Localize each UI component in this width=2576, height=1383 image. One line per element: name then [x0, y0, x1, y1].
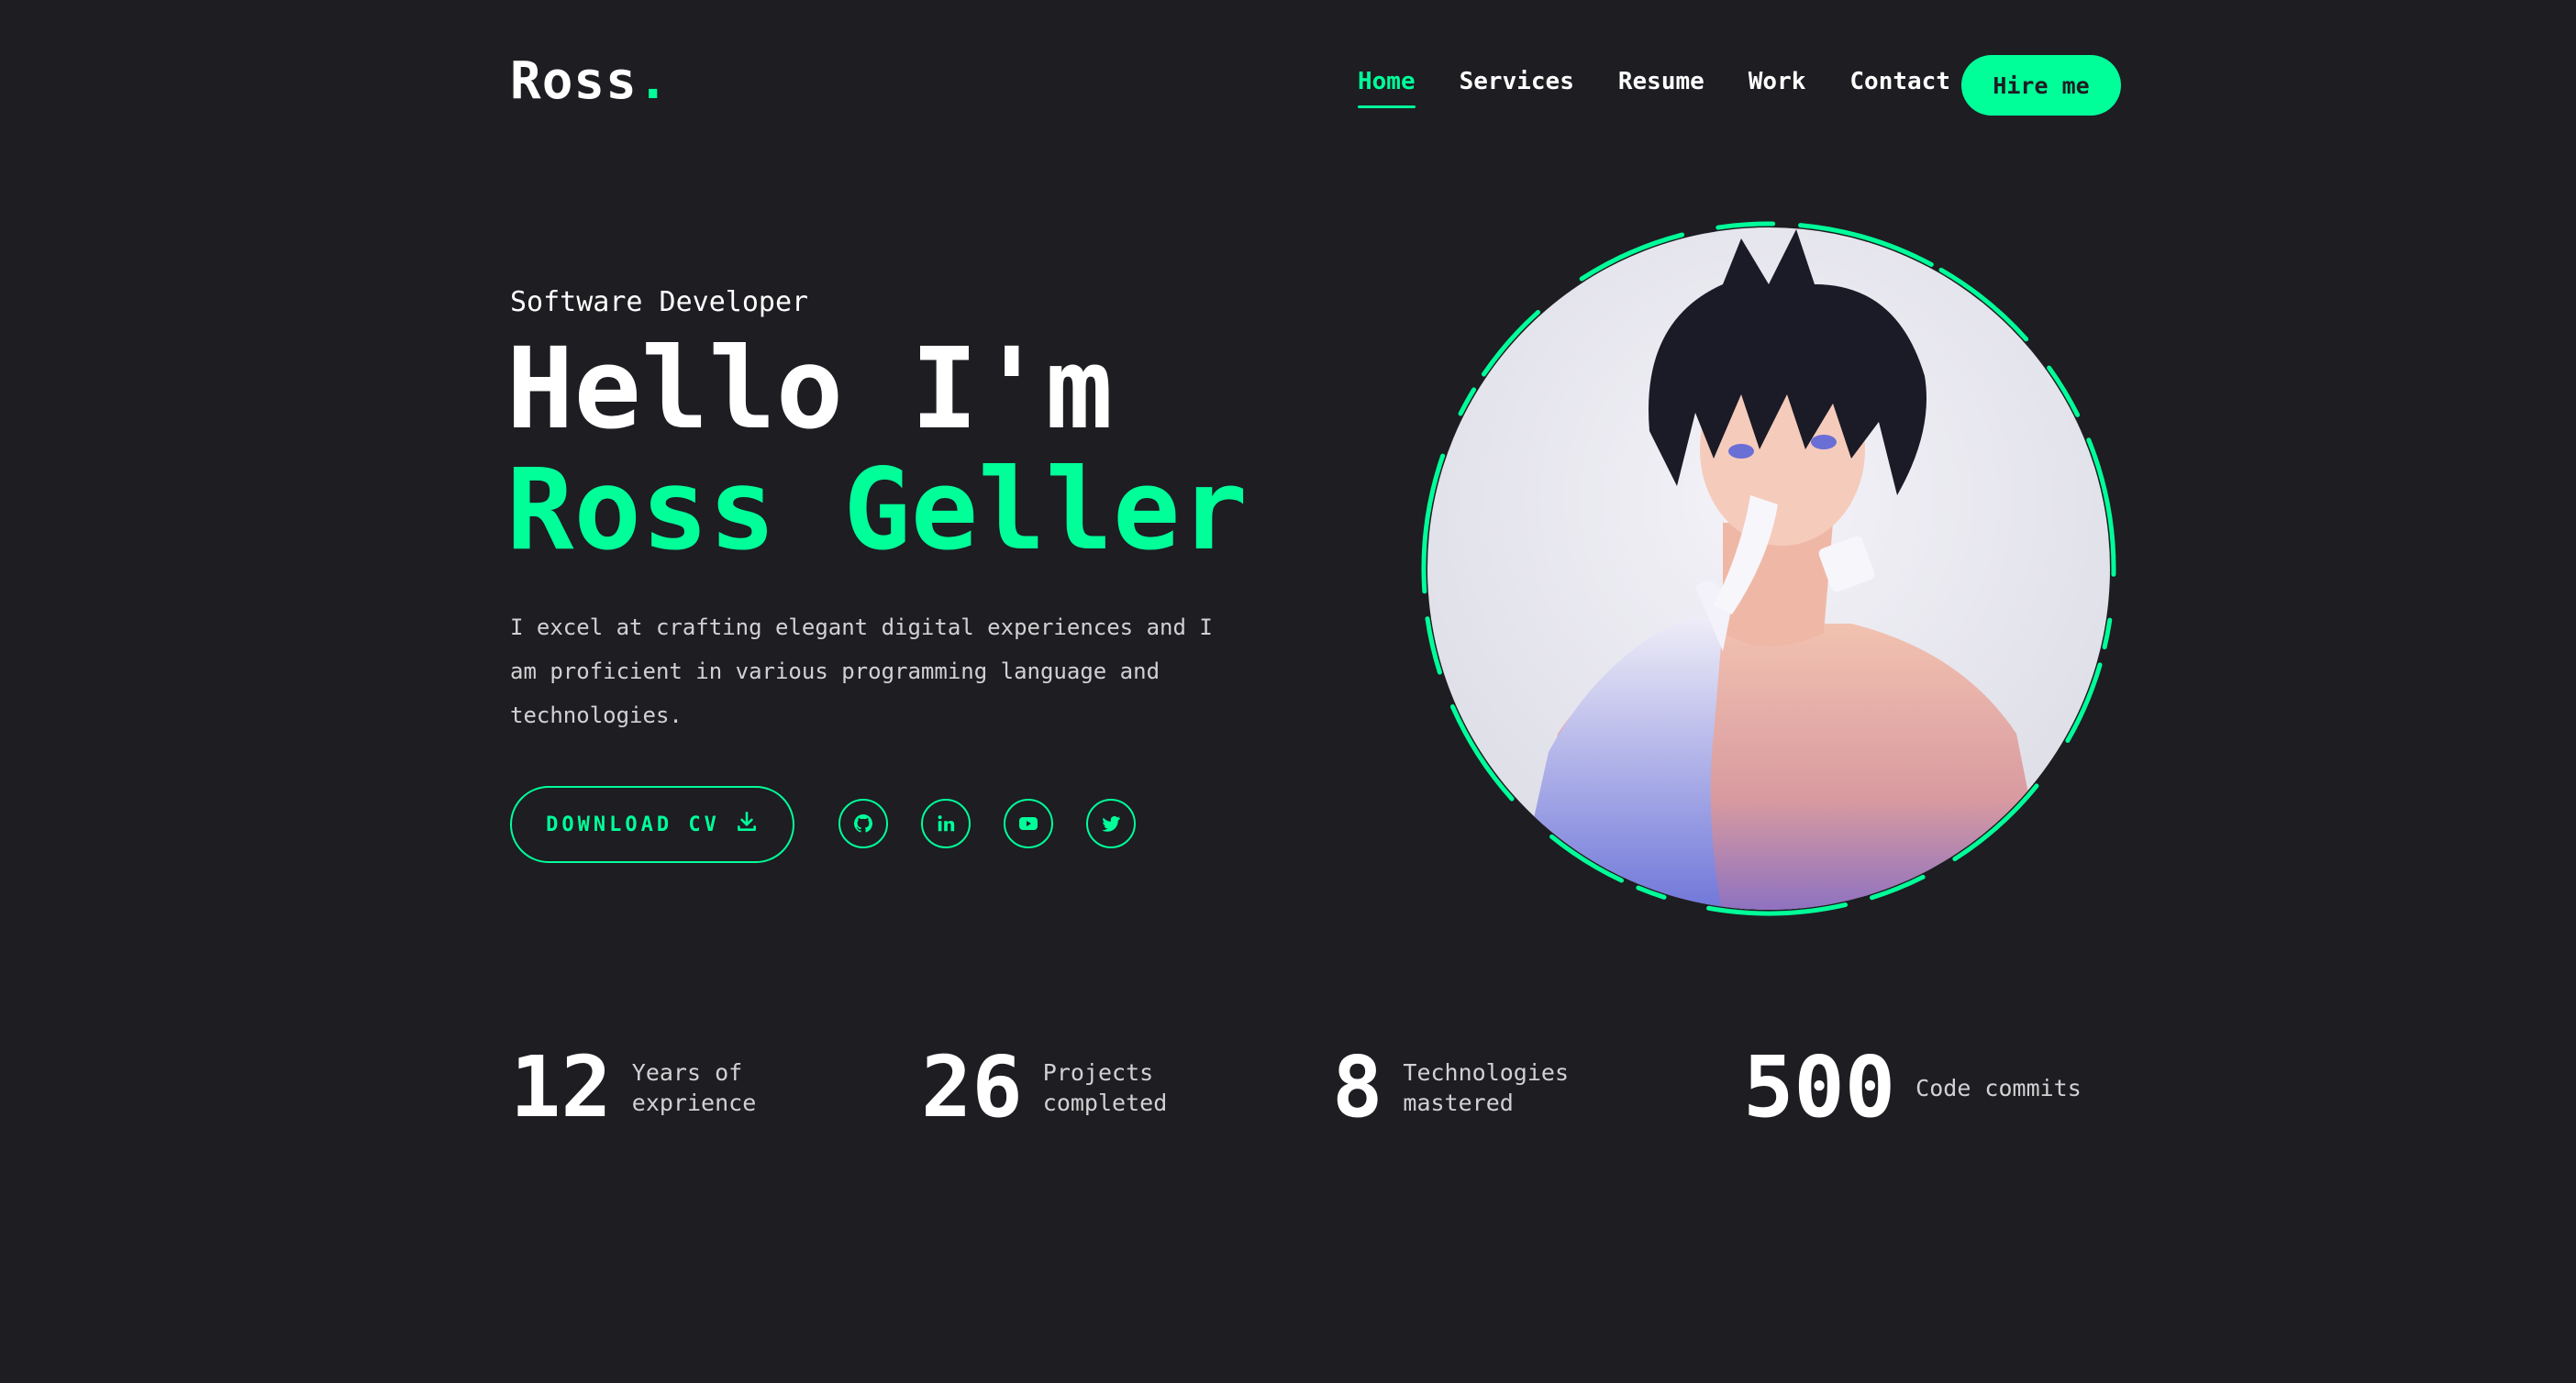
stat-technologies: 8 Technologies mastered [1332, 1046, 1586, 1130]
nav-home[interactable]: Home [1358, 68, 1416, 108]
twitter-icon[interactable] [1086, 799, 1136, 848]
stat-label: Code commits [1915, 1074, 2082, 1101]
stat-value: 26 [921, 1038, 1023, 1136]
github-icon[interactable] [838, 799, 888, 848]
stat-years: 12 Years of exprience [510, 1046, 816, 1130]
logo-text: Ross [510, 51, 638, 111]
stat-value: 500 [1743, 1038, 1896, 1136]
profile-photo [1420, 220, 2117, 917]
social-links [838, 799, 1136, 848]
stat-label: Years of exprience [631, 1059, 757, 1116]
youtube-icon[interactable] [1004, 799, 1053, 848]
stat-label: Projects completed [1042, 1059, 1168, 1116]
role-subtitle: Software Developer [510, 286, 809, 318]
stat-value: 8 [1332, 1038, 1383, 1136]
hero-description: I excel at crafting elegant digital expe… [510, 614, 1213, 728]
stat-commits: 500 Code commits [1743, 1046, 2099, 1130]
nav-contact[interactable]: Contact [1849, 68, 1950, 108]
hire-me-button[interactable]: Hire me [1961, 55, 2121, 116]
main-nav: Home Services Resume Work Contact [1358, 68, 1950, 108]
download-icon [735, 810, 759, 839]
hero-headline: Hello I'm Ross Geller [506, 328, 1248, 570]
logo[interactable]: Ross. [510, 51, 670, 111]
nav-services[interactable]: Services [1460, 68, 1574, 108]
nav-work[interactable]: Work [1749, 68, 1806, 108]
stat-label: Technologies mastered [1403, 1059, 1570, 1116]
stat-value: 12 [510, 1038, 612, 1136]
nav-resume[interactable]: Resume [1618, 68, 1704, 108]
stat-projects: 26 Projects completed [921, 1046, 1227, 1130]
avatar-illustration [1421, 221, 2116, 916]
logo-dot: . [637, 51, 670, 111]
hero-name: Ross Geller [506, 445, 1248, 575]
greeting: Hello I'm [506, 324, 1114, 454]
page: Ross. Home Services Resume Work Contact … [0, 0, 2576, 1383]
linkedin-icon[interactable] [921, 799, 971, 848]
download-cv-button[interactable]: DOWNLOAD CV [510, 786, 794, 863]
download-cv-label: DOWNLOAD CV [546, 813, 720, 836]
